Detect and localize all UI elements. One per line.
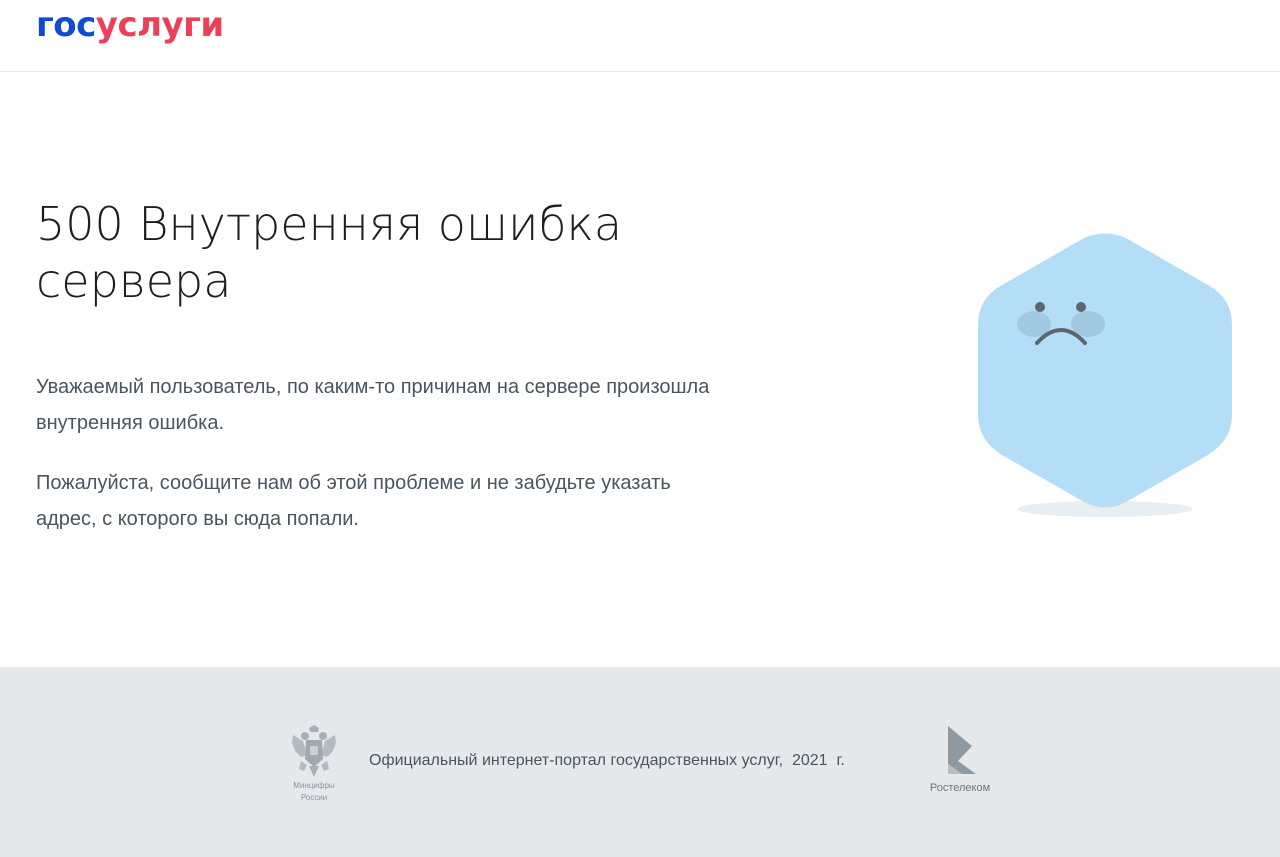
emblem-caption-line2: России: [300, 793, 328, 802]
sad-face-hexagon-icon: [970, 225, 1240, 525]
site-footer: Минцифры России Официальный интернет-пор…: [0, 667, 1280, 857]
footer-copyright: Официальный интернет-портал государствен…: [369, 752, 845, 769]
emblem-caption-line1: Минцифры: [293, 781, 335, 790]
site-header: госуслуги: [0, 0, 1280, 72]
logo-part-gos: гос: [36, 5, 96, 45]
rostelecom-logo-icon: [948, 726, 976, 774]
error-page: госуслуги 500 Внутренняя ошибка сервера …: [0, 0, 1280, 857]
error-title: 500 Внутренняя ошибка сервера: [36, 197, 623, 308]
rostelecom-caption: Ростелеком: [929, 782, 991, 794]
russian-coat-of-arms-icon: [292, 725, 336, 777]
logo-part-uslugi: услуги: [95, 5, 224, 45]
right-eye: [1076, 302, 1086, 312]
gosuslugi-logo[interactable]: госуслуги: [36, 4, 224, 46]
left-eye: [1035, 302, 1045, 312]
error-description: Уважаемый пользователь, по каким-то прич…: [36, 376, 710, 434]
illustration-hexagon: [978, 233, 1232, 508]
rostelecom-logo[interactable]: Ростелеком: [920, 725, 1000, 799]
mincifry-emblem[interactable]: Минцифры России: [288, 725, 340, 802]
error-instruction: Пожалуйста, сообщите нам об этой проблем…: [36, 472, 671, 530]
